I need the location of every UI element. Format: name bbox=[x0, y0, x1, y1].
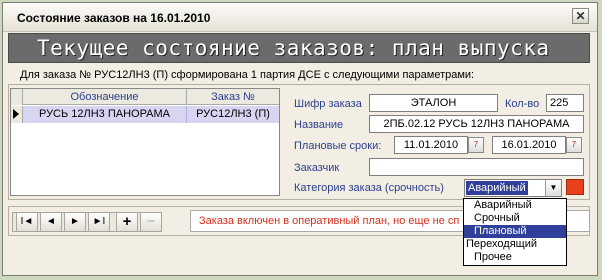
dropdown-option[interactable]: Переходящий bbox=[464, 238, 566, 251]
column-header-designation[interactable]: Обозначение bbox=[23, 89, 187, 105]
row-indicator bbox=[11, 106, 23, 123]
column-header-order-no[interactable]: Заказ № bbox=[187, 89, 279, 105]
dropdown-option-selected[interactable]: Плановый bbox=[464, 225, 566, 238]
table-row-designation[interactable]: РУСЬ 12ЛН3 ПАНОРАМА bbox=[23, 106, 187, 123]
grid-corner bbox=[11, 89, 23, 105]
last-record-button[interactable]: ►I bbox=[88, 212, 110, 232]
date-from-field[interactable]: 11.01.2010 bbox=[394, 136, 468, 154]
category-selected-value: Аварийный bbox=[466, 181, 528, 195]
category-label: Категория заказа (срочность) bbox=[294, 182, 444, 194]
qty-label: Кол-во bbox=[505, 98, 540, 110]
next-record-button[interactable]: ► bbox=[64, 212, 86, 232]
category-dropdown-list[interactable]: Аварийный Срочный Плановый Переходящий П… bbox=[463, 198, 567, 266]
dropdown-option[interactable]: Аварийный bbox=[464, 199, 566, 212]
category-select[interactable]: Аварийный ▼ bbox=[464, 179, 562, 197]
first-record-button[interactable]: I◄ bbox=[16, 212, 38, 232]
prev-record-button[interactable]: ◄ bbox=[40, 212, 62, 232]
info-line: Для заказа № РУС12ЛН3 (П) сформирована 1… bbox=[20, 69, 475, 81]
table-row-order-no[interactable]: РУС12ЛН3 (П) bbox=[187, 106, 279, 123]
dropdown-option[interactable]: Прочее bbox=[464, 251, 566, 264]
code-field[interactable]: ЭТАЛОН bbox=[369, 94, 498, 112]
delete-record-button[interactable]: − bbox=[140, 212, 162, 232]
banner-title: Текущее состояние заказов: план выпуска bbox=[37, 36, 550, 60]
close-button[interactable]: ✕ bbox=[572, 8, 589, 24]
customer-label: Заказчик bbox=[294, 162, 340, 174]
name-field[interactable]: 2ПБ.02.12 РУСЬ 12ЛН3 ПАНОРАМА bbox=[369, 115, 584, 133]
code-label: Шифр заказа bbox=[294, 98, 362, 110]
row-indicator-icon bbox=[13, 109, 19, 119]
qty-field[interactable]: 225 bbox=[546, 94, 584, 112]
calendar-icon: 7 bbox=[473, 140, 479, 149]
title-bar: Состояние заказов на 16.01.2010 ✕ bbox=[3, 3, 597, 32]
dropdown-option[interactable]: Срочный bbox=[464, 212, 566, 225]
name-label: Название bbox=[294, 119, 344, 131]
window-title: Состояние заказов на 16.01.2010 bbox=[17, 11, 211, 25]
add-record-button[interactable]: + bbox=[116, 212, 138, 232]
customer-field[interactable] bbox=[369, 158, 584, 176]
chevron-down-icon[interactable]: ▼ bbox=[545, 180, 561, 196]
close-icon: ✕ bbox=[575, 9, 586, 23]
page-banner: Текущее состояние заказов: план выпуска bbox=[8, 33, 590, 63]
dates-label: Плановые сроки: bbox=[294, 140, 382, 152]
calendar-icon: 7 bbox=[571, 140, 577, 149]
orders-grid[interactable]: Обозначение Заказ № РУСЬ 12ЛН3 ПАНОРАМА … bbox=[10, 88, 280, 196]
date-to-button[interactable]: 7 bbox=[566, 137, 582, 153]
date-from-button[interactable]: 7 bbox=[468, 137, 484, 153]
category-color-swatch bbox=[566, 179, 584, 195]
date-to-field[interactable]: 16.01.2010 bbox=[492, 136, 566, 154]
